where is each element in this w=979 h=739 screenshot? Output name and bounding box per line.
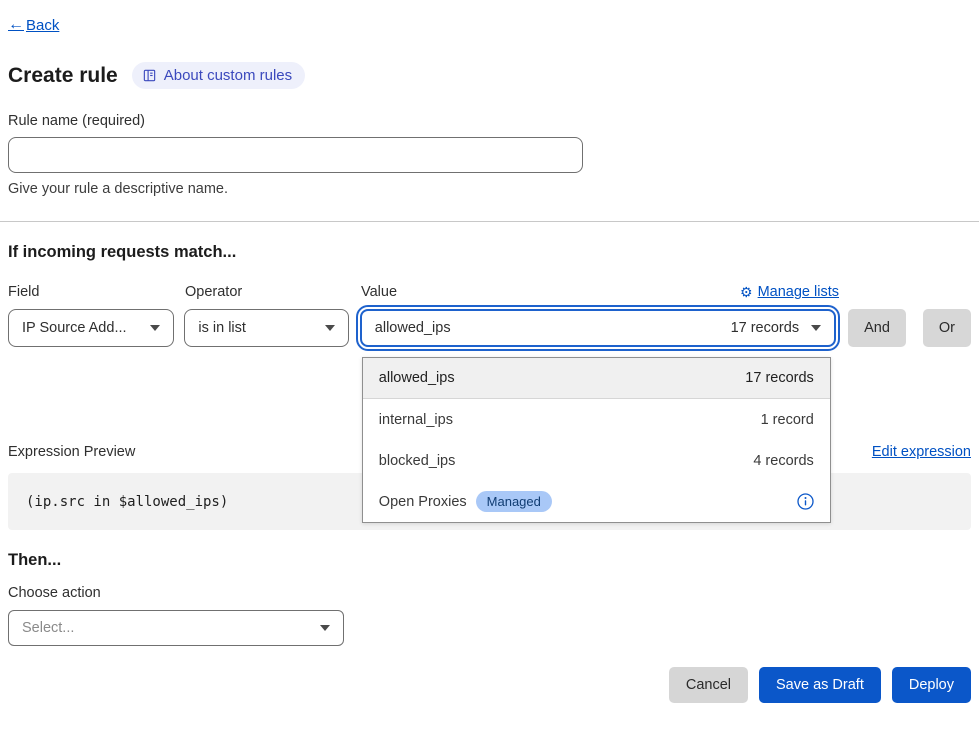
gear-icon: ⚙ [740,285,753,299]
rule-name-input[interactable] [8,137,583,173]
section-divider [0,221,979,222]
list-option-blocked-ips[interactable]: blocked_ips 4 records [363,440,830,481]
back-link-label: Back [26,17,59,34]
footer-actions: Cancel Save as Draft Deploy [8,667,971,703]
list-dropdown-panel: allowed_ips 17 records internal_ips 1 re… [362,357,831,523]
rule-name-label: Rule name (required) [8,113,971,129]
match-heading: If incoming requests match... [8,243,971,262]
list-option-internal-ips[interactable]: internal_ips 1 record [363,399,830,440]
page-title: Create rule [8,64,118,88]
rule-name-block: Rule name (required) Give your rule a de… [8,113,971,197]
list-option-name: blocked_ips [379,453,456,469]
list-option-records: 17 records [745,370,814,386]
action-select-placeholder: Select... [22,620,74,636]
rule-name-helper: Give your rule a descriptive name. [8,181,971,197]
back-arrow-icon: ← [8,16,24,34]
book-icon [142,68,157,83]
info-icon[interactable] [797,493,814,510]
back-link[interactable]: ←Back [8,16,59,34]
manage-lists-label: Manage lists [758,284,839,300]
value-select[interactable]: allowed_ips 17 records [360,309,836,347]
chevron-down-icon [320,625,330,631]
save-as-draft-button[interactable]: Save as Draft [759,667,881,703]
cancel-button[interactable]: Cancel [669,667,748,703]
create-rule-page: ←Back Create rule About custom rules Rul… [0,0,979,703]
list-option-name: Open Proxies [379,494,467,510]
about-custom-rules-label: About custom rules [164,67,292,84]
field-select[interactable]: IP Source Add... [8,309,174,347]
chevron-down-icon [150,325,160,331]
operator-select[interactable]: is in list [184,309,348,347]
edit-expression-link[interactable]: Edit expression [872,444,971,460]
list-option-allowed-ips[interactable]: allowed_ips 17 records [363,358,830,399]
value-label: Value [361,284,397,300]
value-select-records: 17 records [731,320,800,336]
list-option-open-proxies[interactable]: Open Proxies Managed [363,481,830,522]
operator-select-value: is in list [198,320,246,336]
field-label: Field [8,284,175,300]
value-select-wrapper: allowed_ips 17 records allowed_ips 17 re… [360,309,836,347]
value-select-value: allowed_ips [375,320,451,336]
deploy-button[interactable]: Deploy [892,667,971,703]
manage-lists-link[interactable]: ⚙ Manage lists [740,284,839,300]
managed-badge: Managed [476,491,552,512]
operator-label: Operator [185,284,350,300]
expression-code: (ip.src in $allowed_ips) [26,494,228,510]
about-custom-rules-link[interactable]: About custom rules [132,62,305,89]
field-select-value: IP Source Add... [22,320,127,336]
expression-preview-label: Expression Preview [8,444,135,460]
choose-action-label: Choose action [8,585,971,601]
action-select[interactable]: Select... [8,610,344,646]
and-button[interactable]: And [848,309,906,347]
chevron-down-icon [811,325,821,331]
then-heading: Then... [8,551,971,570]
title-row: Create rule About custom rules [8,62,971,89]
chevron-down-icon [325,325,335,331]
list-option-records: 4 records [753,453,813,469]
list-option-records: 1 record [761,412,814,428]
condition-labels-row: Field Operator Value ⚙ Manage lists [8,284,971,300]
list-option-name: internal_ips [379,412,453,428]
condition-row: IP Source Add... is in list allowed_ips … [8,309,971,347]
or-button[interactable]: Or [923,309,971,347]
list-option-name: allowed_ips [379,370,455,386]
